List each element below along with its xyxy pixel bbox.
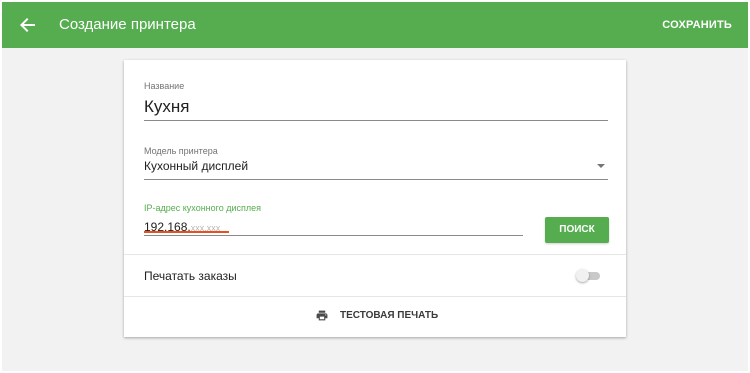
ip-field-label: IP-адрес кухонного дисплея bbox=[144, 203, 262, 213]
name-input-underline bbox=[144, 120, 608, 121]
divider bbox=[124, 254, 626, 255]
ip-input-underline bbox=[144, 235, 523, 236]
save-button[interactable]: СОХРАНИТЬ bbox=[662, 18, 732, 32]
model-field-label: Модель принтера bbox=[144, 146, 218, 156]
toggle-knob bbox=[576, 269, 589, 282]
page-title: Создание принтера bbox=[59, 16, 196, 33]
arrow-left-icon bbox=[20, 18, 35, 32]
search-button[interactable]: ПОИСК bbox=[545, 217, 609, 243]
name-input[interactable]: Кухня bbox=[144, 97, 190, 117]
print-orders-label: Печатать заказы bbox=[144, 269, 237, 283]
printer-icon bbox=[316, 310, 328, 321]
name-field-label: Название bbox=[144, 81, 185, 91]
model-select[interactable]: Кухонный дисплей bbox=[144, 159, 248, 174]
model-select-underline bbox=[144, 179, 608, 180]
app-window: Создание принтера СОХРАНИТЬ Название Кух… bbox=[2, 2, 748, 371]
test-print-button[interactable]: ТЕСТОВАЯ ПЕЧАТЬ bbox=[124, 297, 626, 337]
printer-form-card: Название Кухня Модель принтера Кухонный … bbox=[124, 60, 626, 337]
app-bar: Создание принтера СОХРАНИТЬ bbox=[2, 2, 748, 48]
test-print-label: ТЕСТОВАЯ ПЕЧАТЬ bbox=[340, 310, 439, 321]
back-button[interactable] bbox=[16, 13, 40, 37]
caret-down-icon[interactable] bbox=[597, 164, 605, 168]
print-orders-toggle[interactable] bbox=[576, 269, 602, 282]
ip-validation-underline bbox=[144, 231, 229, 233]
